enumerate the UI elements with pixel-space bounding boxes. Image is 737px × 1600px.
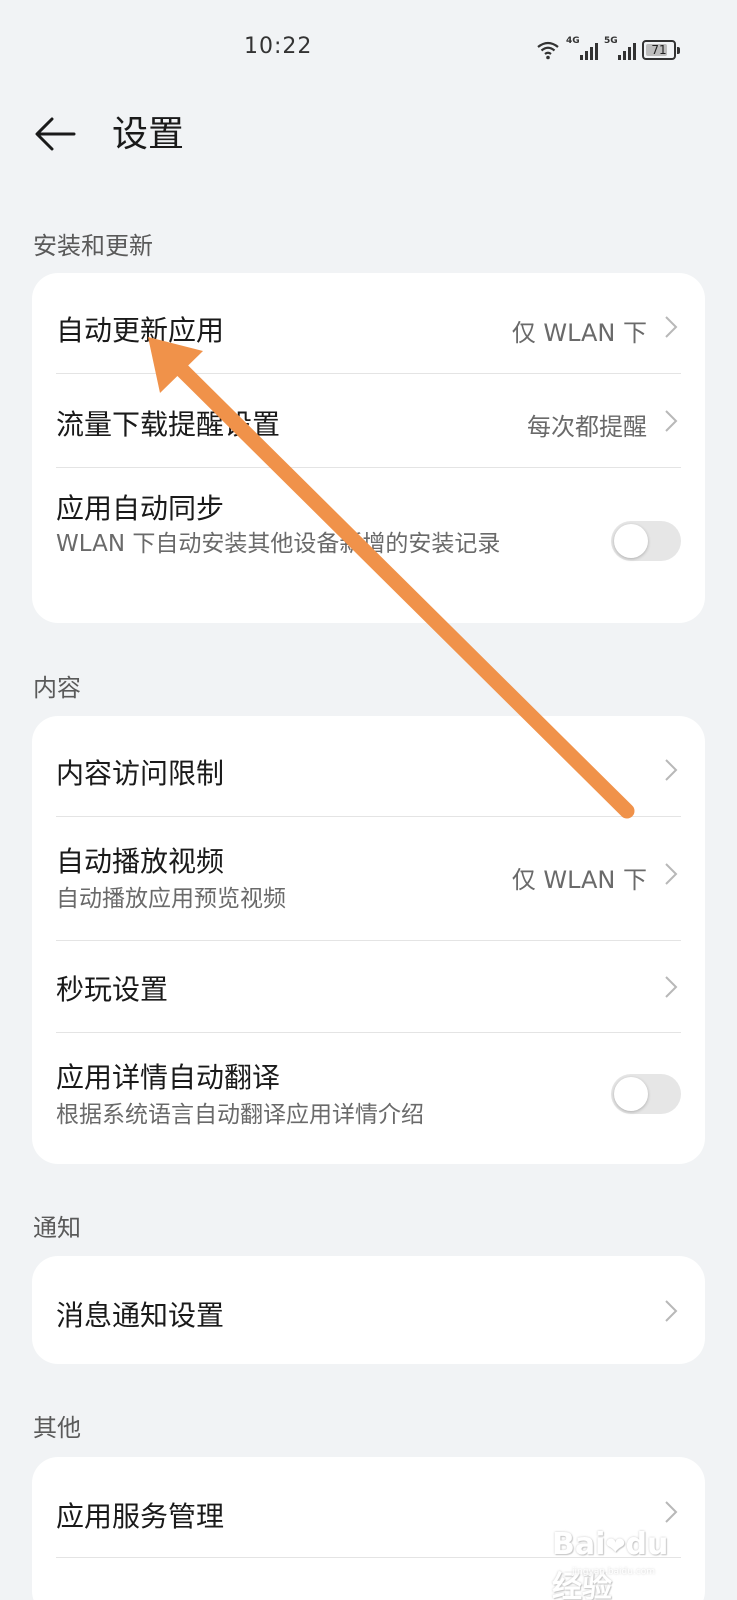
chevron-right-icon (665, 976, 678, 998)
message-settings-row[interactable]: 消息通知设置 (56, 1256, 681, 1364)
baidu-watermark-logo: Bai❤du 经验 jingyan.baidu.com (552, 1527, 669, 1600)
service-management-title: 应用服务管理 (56, 1500, 225, 1533)
auto-sync-toggle[interactable] (611, 521, 681, 561)
traffic-reminder-title: 流量下载提醒设置 (56, 408, 281, 441)
section-label-install: 安装和更新 (33, 232, 153, 260)
traffic-reminder-value: 每次都提醒 (527, 413, 647, 441)
autoplay-title: 自动播放视频 (56, 845, 225, 878)
section-label-notification: 通知 (33, 1214, 81, 1242)
chevron-right-icon (665, 1501, 678, 1523)
auto-translate-subtitle: 根据系统语言自动翻译应用详情介绍 (56, 1102, 424, 1128)
auto-sync-title: 应用自动同步 (56, 492, 225, 525)
chevron-right-icon (665, 410, 678, 432)
autoplay-subtitle: 自动播放应用预览视频 (56, 886, 286, 912)
access-limit-title: 内容访问限制 (56, 757, 225, 790)
wifi-icon (537, 41, 559, 60)
instant-play-row[interactable]: 秒玩设置 (56, 940, 681, 1032)
install-card: 自动更新应用 仅 WLAN 下 流量下载提醒设置 每次都提醒 应用自动同步 WL… (32, 273, 705, 623)
status-time: 10:22 (244, 34, 313, 59)
auto-sync-subtitle: WLAN 下自动安装其他设备新增的安装记录 (56, 531, 501, 557)
signal-1-icon: 4G (566, 36, 598, 60)
battery-icon: 71 (642, 40, 680, 60)
chevron-right-icon (665, 316, 678, 338)
auto-update-value: 仅 WLAN 下 (511, 319, 647, 347)
signal-2-icon: 5G (604, 36, 636, 60)
autoplay-value: 仅 WLAN 下 (511, 866, 647, 894)
page-title: 设置 (112, 114, 185, 155)
auto-translate-title: 应用详情自动翻译 (56, 1061, 281, 1094)
message-settings-title: 消息通知设置 (56, 1299, 225, 1332)
section-label-content: 内容 (33, 674, 81, 702)
auto-update-title: 自动更新应用 (56, 314, 225, 347)
back-arrow-icon[interactable] (30, 103, 82, 155)
content-card: 内容访问限制 自动播放视频 自动播放应用预览视频 仅 WLAN 下 秒玩设置 应… (32, 716, 705, 1164)
access-limit-row[interactable]: 内容访问限制 (56, 716, 681, 816)
chevron-right-icon (665, 1300, 678, 1322)
status-bar: 10:22 4G 5G 71 (0, 0, 737, 100)
traffic-reminder-row[interactable]: 流量下载提醒设置 每次都提醒 (56, 373, 681, 467)
app-header: 设置 (0, 95, 737, 165)
section-label-other: 其他 (33, 1414, 81, 1442)
battery-level: 71 (651, 43, 667, 57)
chevron-right-icon (665, 759, 678, 781)
auto-translate-toggle[interactable] (611, 1074, 681, 1114)
status-icons: 4G 5G 71 (536, 36, 680, 64)
chevron-right-icon (665, 863, 678, 885)
auto-update-row[interactable]: 自动更新应用 仅 WLAN 下 (56, 273, 681, 373)
auto-sync-row: 应用自动同步 WLAN 下自动安装其他设备新增的安装记录 (56, 467, 681, 623)
notification-card: 消息通知设置 (32, 1256, 705, 1364)
instant-play-title: 秒玩设置 (56, 973, 169, 1006)
autoplay-row[interactable]: 自动播放视频 自动播放应用预览视频 仅 WLAN 下 (56, 816, 681, 940)
auto-translate-row: 应用详情自动翻译 根据系统语言自动翻译应用详情介绍 (56, 1032, 681, 1164)
